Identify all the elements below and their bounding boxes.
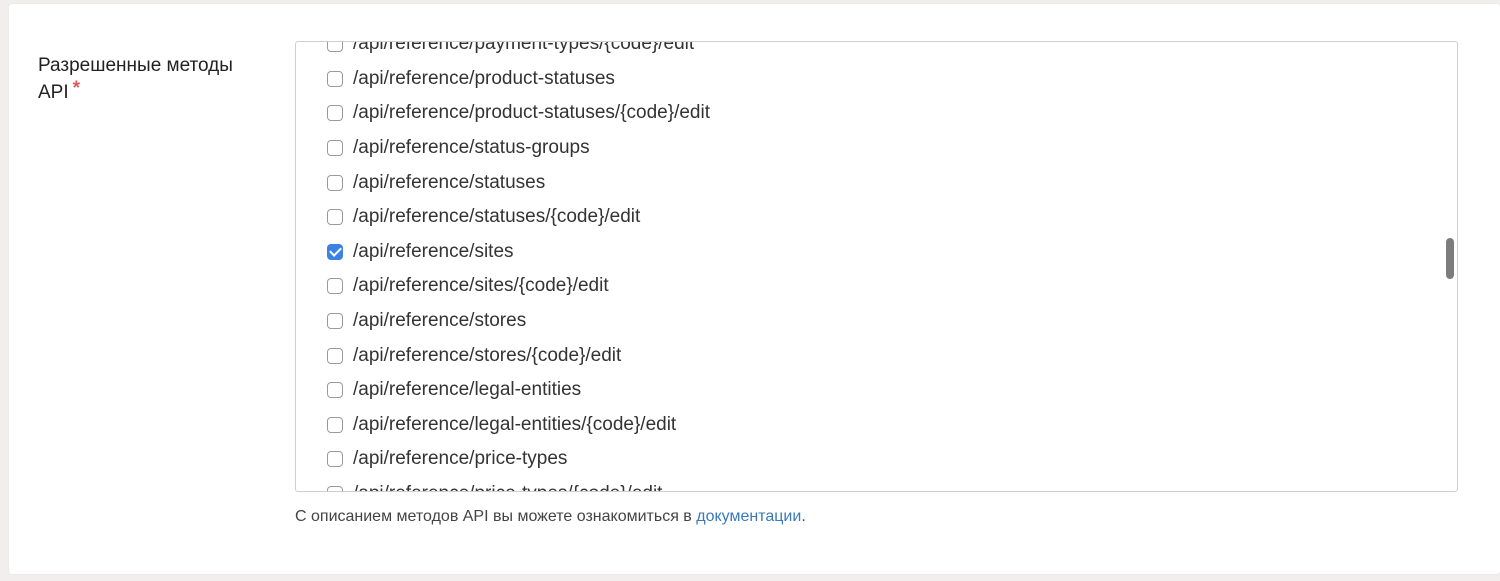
list-item[interactable]: /api/reference/stores/{code}/edit <box>296 338 1457 373</box>
method-label: /api/reference/price-types/{code}/edit <box>353 483 662 491</box>
list-item[interactable]: /api/reference/price-types <box>296 442 1457 477</box>
method-checkbox[interactable] <box>327 174 343 191</box>
method-checkbox[interactable] <box>327 278 343 295</box>
scrollbar[interactable] <box>1443 42 1457 491</box>
method-label: /api/reference/sites/{code}/edit <box>353 275 609 297</box>
method-checkbox[interactable] <box>327 347 343 364</box>
method-label: /api/reference/status-groups <box>353 137 590 159</box>
field-label-text: Разрешенные методы API <box>38 55 233 103</box>
list-item[interactable]: /api/reference/payment-types/{code}/edit <box>296 41 1457 62</box>
method-checkbox[interactable] <box>327 416 343 433</box>
list-item[interactable]: /api/reference/stores <box>296 304 1457 339</box>
help-text-after: . <box>801 508 806 525</box>
method-checkbox[interactable] <box>327 451 343 468</box>
list-item[interactable]: /api/reference/product-statuses <box>296 62 1457 97</box>
list-item[interactable]: /api/reference/price-types/{code}/edit <box>296 477 1457 491</box>
list-item[interactable]: /api/reference/status-groups <box>296 131 1457 166</box>
api-methods-list[interactable]: /api/reference/payment-types/{code}/edit… <box>295 41 1458 492</box>
method-label: /api/reference/product-statuses/{code}/e… <box>353 102 711 124</box>
method-label: /api/reference/stores/{code}/edit <box>353 344 622 366</box>
method-checkbox[interactable] <box>327 70 343 87</box>
list-item[interactable]: /api/reference/legal-entities <box>296 373 1457 408</box>
method-label: /api/reference/statuses <box>353 171 546 193</box>
help-text-before: С описанием методов API вы можете ознако… <box>295 508 697 525</box>
list-item[interactable]: /api/reference/statuses <box>296 165 1457 200</box>
list-item[interactable]: /api/reference/sites <box>296 235 1457 270</box>
method-label: /api/reference/stores <box>353 310 527 332</box>
field-label: Разрешенные методы API * <box>38 52 268 106</box>
method-checkbox[interactable] <box>327 140 343 157</box>
method-label: /api/reference/price-types <box>353 448 568 470</box>
method-label: /api/reference/legal-entities/{code}/edi… <box>353 413 677 435</box>
method-checkbox[interactable] <box>327 313 343 330</box>
list-item[interactable]: /api/reference/sites/{code}/edit <box>296 269 1457 304</box>
required-marker: * <box>72 78 81 99</box>
api-methods-list-content: /api/reference/payment-types/{code}/edit… <box>296 41 1457 491</box>
list-item[interactable]: /api/reference/statuses/{code}/edit <box>296 200 1457 235</box>
method-checkbox[interactable] <box>327 382 343 399</box>
method-label: /api/reference/statuses/{code}/edit <box>353 206 641 228</box>
list-item[interactable]: /api/reference/legal-entities/{code}/edi… <box>296 408 1457 443</box>
method-label: /api/reference/product-statuses <box>353 67 615 89</box>
scrollbar-thumb[interactable] <box>1446 238 1454 279</box>
method-checkbox[interactable] <box>327 486 343 491</box>
method-label: /api/reference/payment-types/{code}/edit <box>353 41 695 55</box>
method-checkbox[interactable] <box>327 209 343 226</box>
list-item[interactable]: /api/reference/product-statuses/{code}/e… <box>296 96 1457 131</box>
documentation-link[interactable]: документации <box>696 508 801 525</box>
help-text: С описанием методов API вы можете ознако… <box>295 508 806 526</box>
method-checkbox[interactable] <box>327 42 343 53</box>
method-checkbox-checked[interactable] <box>327 243 343 260</box>
checkmark-icon <box>328 244 342 258</box>
method-checkbox[interactable] <box>327 105 343 122</box>
method-label: /api/reference/sites <box>353 240 514 262</box>
method-label: /api/reference/legal-entities <box>353 379 582 401</box>
